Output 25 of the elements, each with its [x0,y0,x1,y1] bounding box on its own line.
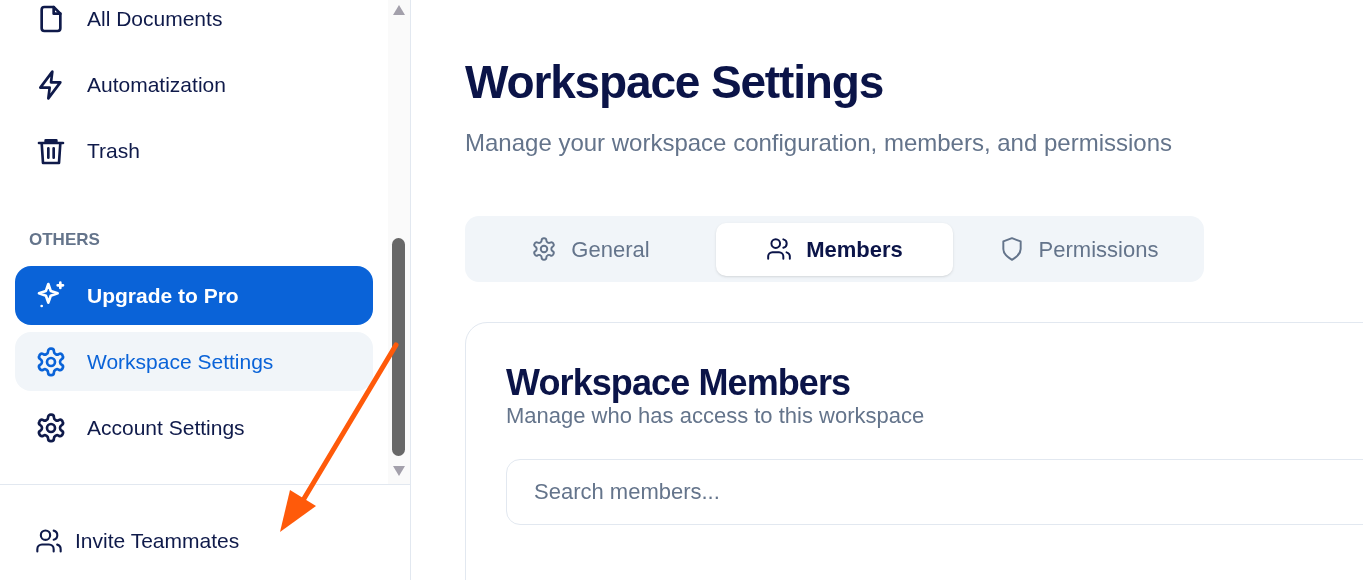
scroll-up-icon[interactable] [392,4,406,16]
sidebar-item[interactable]: Trash [15,121,373,180]
page-subtitle: Manage your workspace configuration, members, and permissions [465,128,1173,158]
sidebar-item[interactable]: All Documents [15,0,373,48]
settings-icon [35,411,67,444]
section-heading: OTHERS [28,229,101,251]
sidebar-item[interactable]: Account Settings [15,398,373,457]
card-title: Workspace Members [506,363,852,403]
sidebar-item[interactable]: Automatization [15,55,373,114]
card-subtitle: Manage who has access to this workspace [506,403,926,429]
invite-teammates-link[interactable]: Invite Teammates [35,524,240,557]
settings-icon [531,236,558,262]
tab[interactable]: Members [716,222,953,276]
tab[interactable]: General [472,222,709,276]
upgrade-button[interactable]: Upgrade to Pro [15,266,373,325]
users-icon [766,236,793,262]
page-title: Workspace Settings [465,55,885,110]
sidebar-item[interactable]: Workspace Settings [15,332,373,391]
tab[interactable]: Permissions [960,222,1197,276]
scroll-down-icon[interactable] [392,465,406,477]
search-field[interactable]: Search members... [506,459,1363,525]
settings-icon [35,345,67,378]
users-icon [35,526,63,555]
scrollbar-thumb[interactable] [392,238,405,456]
scrollbar[interactable] [388,0,410,484]
